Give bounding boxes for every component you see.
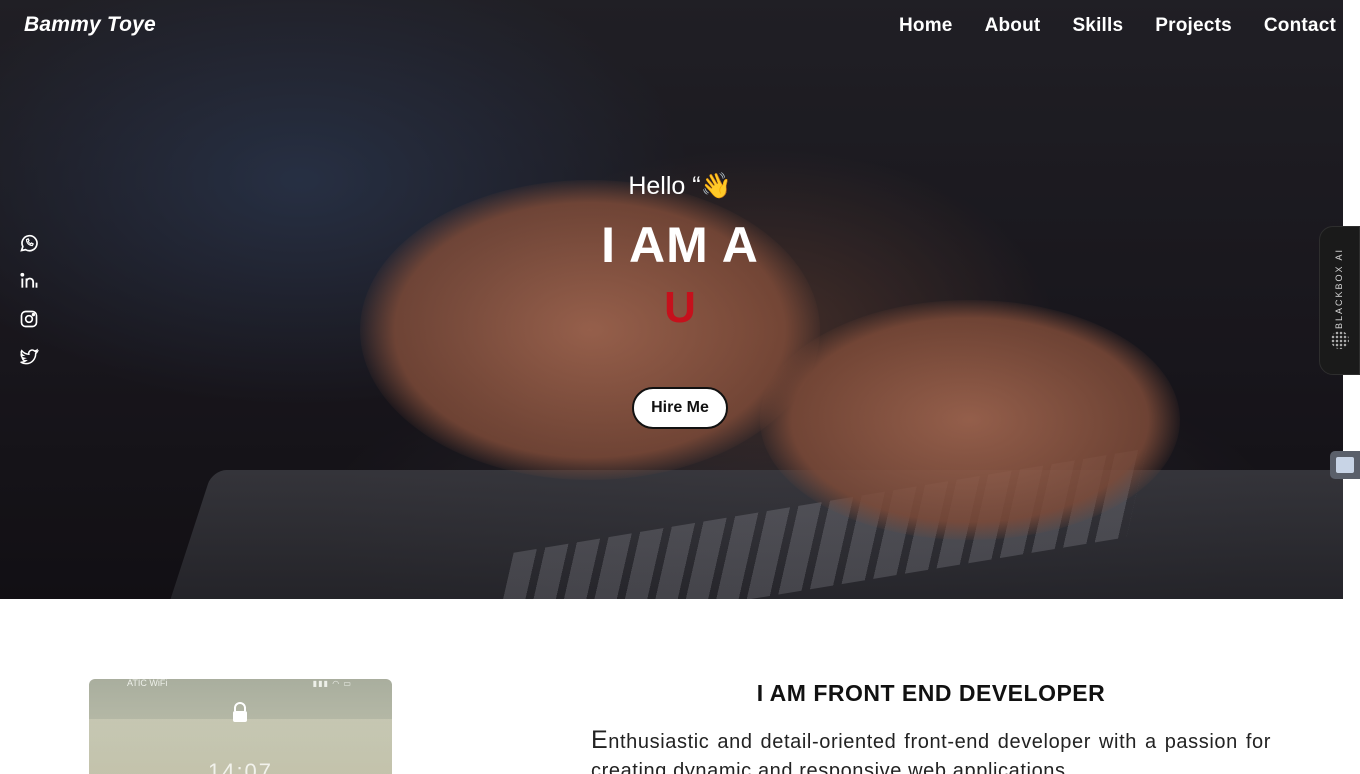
about-body: nthusiastic and detail-oriented front-en… bbox=[591, 731, 1271, 774]
nav-contact[interactable]: Contact bbox=[1264, 15, 1336, 37]
phone-time: 14:07 bbox=[207, 759, 274, 774]
profile-image: ATIC WiFi ▮▮▮ ◠ ▭ 14:07 bbox=[89, 679, 392, 774]
page-scrollbar[interactable] bbox=[1343, 0, 1360, 774]
nav-skills[interactable]: Skills bbox=[1072, 15, 1123, 37]
blackbox-ai-label: BLACKBOX AI bbox=[1334, 247, 1344, 329]
hero-typed-text: U bbox=[664, 283, 696, 332]
hero-headline: I AM A bbox=[601, 217, 759, 273]
main-nav: Home About Skills Projects Contact bbox=[899, 15, 1336, 37]
about-title: I AM FRONT END DEVELOPER bbox=[756, 680, 1106, 706]
phone-carrier: ATIC WiFi bbox=[127, 679, 168, 688]
about-first-letter: E bbox=[591, 726, 609, 754]
twitter-icon[interactable] bbox=[19, 347, 40, 367]
nav-home[interactable]: Home bbox=[899, 15, 953, 37]
collapse-icon bbox=[1336, 457, 1354, 473]
signal-icon: ▮▮▮ ◠ ▭ bbox=[312, 679, 352, 688]
blackbox-ai-tab[interactable]: BLACKBOX AI bbox=[1319, 226, 1360, 375]
nav-projects[interactable]: Projects bbox=[1155, 15, 1232, 37]
blackbox-logo-icon bbox=[1331, 331, 1349, 349]
nav-about[interactable]: About bbox=[985, 15, 1041, 37]
hire-me-button[interactable]: Hire Me bbox=[632, 387, 728, 429]
right-hand-image bbox=[760, 300, 1180, 540]
hero-greeting: Hello “👋 bbox=[628, 172, 732, 200]
about-text: Enthusiastic and detail-oriented front-e… bbox=[591, 726, 1271, 774]
side-panel-button[interactable] bbox=[1330, 451, 1360, 479]
lock-icon bbox=[233, 702, 247, 722]
brand-logo[interactable]: Bammy Toye bbox=[24, 13, 156, 37]
